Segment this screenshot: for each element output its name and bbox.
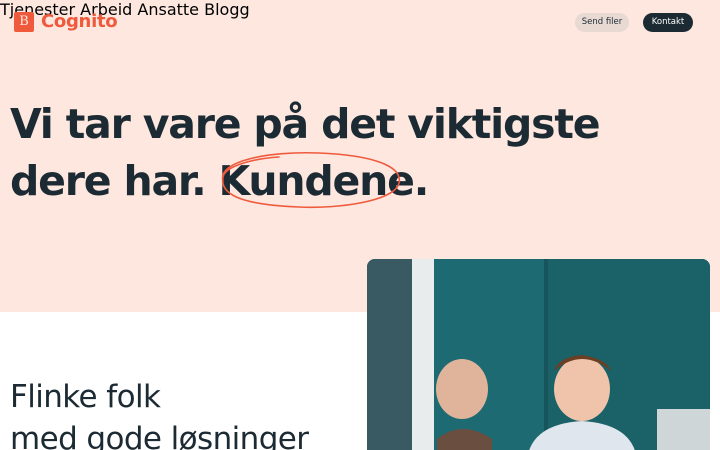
nav-item-ansatte[interactable]: Ansatte <box>137 0 199 19</box>
hero-headline-prefix: dere har. <box>10 157 219 205</box>
logo-text: Cognito <box>41 11 118 32</box>
logo-mark-letter: B <box>19 13 29 29</box>
office-photo-illustration <box>367 259 710 450</box>
logo-link[interactable]: B Cognito <box>14 11 118 32</box>
highlighted-word: Kundene <box>219 151 415 210</box>
team-photo <box>367 259 710 450</box>
nav-item-blogg[interactable]: Blogg <box>204 0 250 19</box>
site-header: B Cognito Tjenester Arbeid Ansatte Blogg… <box>0 0 720 44</box>
section-heading-line2: med gode løsninger <box>10 421 309 450</box>
hero-headline-suffix: . <box>413 157 430 205</box>
section-heading-line1: Flinke folk <box>10 379 161 415</box>
hand-drawn-circle <box>221 151 400 209</box>
hero-headline-line2: dere har. Kundene. <box>10 151 599 210</box>
section-heading: Flinke folk med gode løsninger <box>10 376 309 450</box>
logo-icon: B <box>14 11 34 32</box>
contact-button[interactable]: Kontakt <box>643 13 693 32</box>
hero-headline: Vi tar vare på det viktigste dere har. K… <box>10 96 601 210</box>
send-files-button[interactable]: Send filer <box>575 13 629 32</box>
